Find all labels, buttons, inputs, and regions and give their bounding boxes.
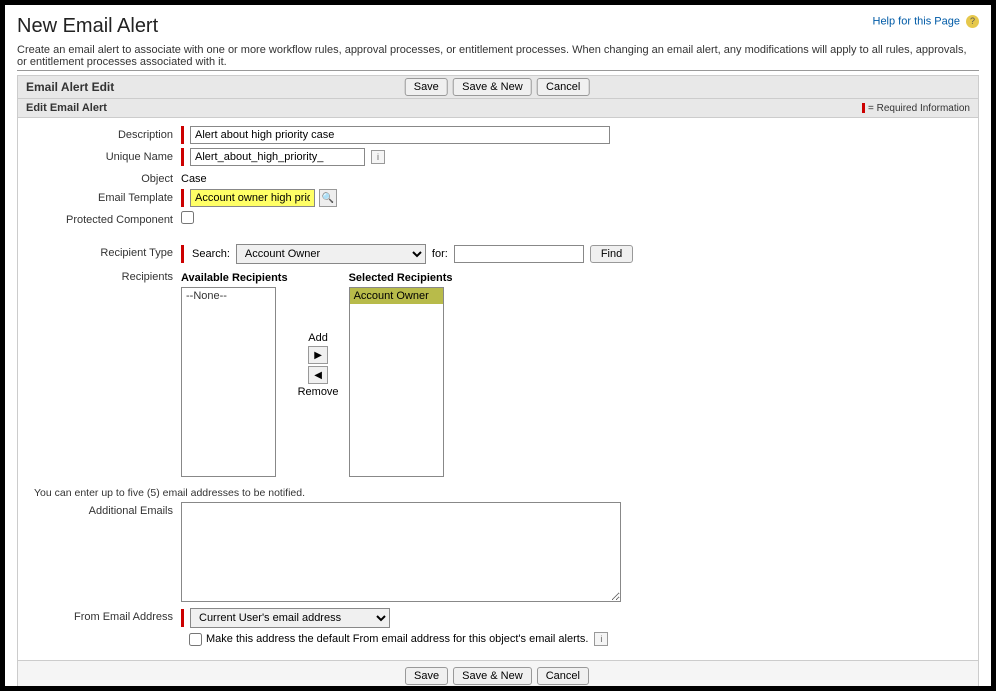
label-protected: Protected Component [26,211,181,226]
default-from-checkbox[interactable] [189,633,202,646]
required-marker [181,126,184,144]
info-icon[interactable]: i [594,632,608,646]
add-button[interactable]: ▶ [308,346,328,364]
recipient-type-select[interactable]: Account Owner [236,244,426,264]
list-item[interactable]: Account Owner [350,288,443,304]
sub-header: Edit Email Alert = Required Information [17,99,979,118]
for-input[interactable] [454,245,584,263]
default-from-label: Make this address the default From email… [206,633,588,645]
intro-text: Create an email alert to associate with … [17,44,979,71]
label-recipients: Recipients [26,268,181,283]
required-marker [181,609,184,627]
label-unique-name: Unique Name [26,148,181,163]
for-label: for: [432,248,448,260]
cancel-button-bottom[interactable]: Cancel [537,667,589,685]
description-input[interactable] [190,126,610,144]
required-marker [181,189,184,207]
remove-label: Remove [298,386,339,398]
find-button[interactable]: Find [590,245,633,263]
unique-name-input[interactable] [190,148,365,166]
list-item[interactable]: --None-- [182,288,275,304]
required-marker [181,245,184,263]
save-button-bottom[interactable]: Save [405,667,448,685]
help-icon[interactable]: ? [966,15,979,28]
selected-label: Selected Recipients [349,272,453,284]
label-email-template: Email Template [26,189,181,204]
lookup-icon[interactable]: 🔍 [319,189,337,207]
label-from-email: From Email Address [26,608,181,623]
label-additional-emails: Additional Emails [26,502,181,517]
save-button-top[interactable]: Save [405,78,448,96]
section-header-label: Email Alert Edit [26,80,114,94]
cancel-button-top[interactable]: Cancel [537,78,589,96]
required-info: = Required Information [862,103,970,114]
page-title: New Email Alert [17,15,158,38]
five-emails-hint: You can enter up to five (5) email addre… [34,487,970,499]
help-link[interactable]: Help for this Page [873,15,960,27]
protected-checkbox[interactable] [181,211,194,224]
label-description: Description [26,126,181,141]
section-header-edit: Email Alert Edit Save Save & New Cancel [17,75,979,99]
from-email-select[interactable]: Current User's email address [190,608,390,628]
search-label: Search: [192,248,230,260]
save-new-button-bottom[interactable]: Save & New [453,667,532,685]
add-label: Add [308,332,328,344]
label-object: Object [26,170,181,185]
label-recipient-type: Recipient Type [26,244,181,259]
available-listbox[interactable]: --None-- [181,287,276,477]
save-new-button-top[interactable]: Save & New [453,78,532,96]
sub-header-label: Edit Email Alert [26,102,107,114]
available-label: Available Recipients [181,272,288,284]
required-marker [181,148,184,166]
selected-listbox[interactable]: Account Owner [349,287,444,477]
remove-button[interactable]: ◀ [308,366,328,384]
email-template-input[interactable] [190,189,315,207]
info-icon[interactable]: i [371,150,385,164]
additional-emails-textarea[interactable] [181,502,621,602]
object-value: Case [181,170,207,185]
